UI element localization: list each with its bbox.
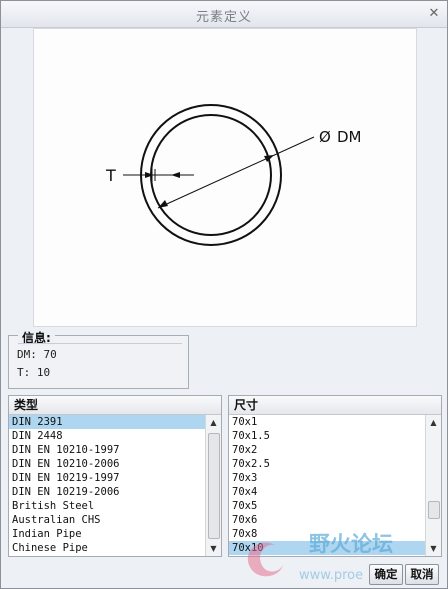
- type-list-scrollbar[interactable]: ▲ ▼: [205, 415, 221, 556]
- watermark-url: www.proe: [299, 568, 363, 583]
- type-list-item[interactable]: DIN EN 10210-1997: [9, 443, 205, 457]
- profile-preview: T Ø DM: [33, 28, 417, 327]
- thickness-arrow-left: [145, 172, 154, 178]
- scroll-down-arrow-icon[interactable]: ▼: [206, 541, 221, 556]
- type-list-item[interactable]: Indian Pipe: [9, 527, 205, 541]
- size-list-item[interactable]: 70x1: [229, 415, 425, 429]
- type-list[interactable]: DIN 2391 DIN 2448 DIN EN 10210-1997 DIN EN …: [9, 415, 205, 556]
- info-t: T: 10: [17, 366, 51, 379]
- type-list-item[interactable]: British Steel: [9, 499, 205, 513]
- info-dm: DM: 70: [17, 348, 57, 361]
- diameter-label: DM: [337, 128, 362, 146]
- size-list-header[interactable]: 尺寸: [229, 396, 441, 415]
- scroll-thumb[interactable]: [208, 433, 220, 539]
- size-list-item[interactable]: 70x1.5: [229, 429, 425, 443]
- thickness-label: T: [105, 166, 116, 185]
- type-list-item[interactable]: Australian CHS: [9, 513, 205, 527]
- scroll-down-arrow-icon[interactable]: ▼: [426, 541, 441, 556]
- close-icon[interactable]: ✕: [427, 7, 441, 21]
- type-list-header[interactable]: 类型: [9, 396, 221, 415]
- type-list-item[interactable]: DIN EN 10219-2006: [9, 485, 205, 499]
- type-list-item[interactable]: DIN EN 10219-1997: [9, 471, 205, 485]
- type-list-item[interactable]: Chinese Pipe: [9, 541, 205, 555]
- cancel-button[interactable]: 取消: [405, 564, 439, 585]
- size-list-item[interactable]: 70x2: [229, 443, 425, 457]
- diameter-dim-line: [157, 136, 315, 209]
- type-list-item[interactable]: DIN 2448: [9, 429, 205, 443]
- size-list-item[interactable]: 70x3: [229, 471, 425, 485]
- diameter-symbol: Ø: [319, 128, 331, 146]
- size-list-scrollbar[interactable]: ▲ ▼: [425, 415, 441, 556]
- thickness-arrow-right: [171, 172, 180, 178]
- scroll-up-arrow-icon[interactable]: ▲: [426, 415, 441, 430]
- type-list-panel: 类型 DIN 2391 DIN 2448 DIN EN 10210-1997 DIN …: [8, 395, 222, 557]
- size-list-item[interactable]: 70x6: [229, 513, 425, 527]
- window-title: 元素定义: [195, 10, 252, 25]
- watermark-title: 野火论坛: [309, 532, 393, 556]
- type-list-item[interactable]: DIN EN 10210-2006: [9, 457, 205, 471]
- size-list-item[interactable]: 70x2.5: [229, 457, 425, 471]
- pipe-section-drawing: T Ø DM: [105, 104, 362, 246]
- size-list-item[interactable]: 70x5: [229, 499, 425, 513]
- scroll-thumb[interactable]: [428, 501, 440, 519]
- type-list-item[interactable]: DIN 2391: [9, 415, 205, 429]
- title-bar[interactable]: 元素定义 ✕: [1, 1, 447, 28]
- dialog-window: 元素定义 ✕ T Ø DM 信息: DM: 70 T: 10 类型 DIN 23…: [0, 0, 448, 589]
- info-divider: [18, 343, 182, 344]
- scroll-up-arrow-icon[interactable]: ▲: [206, 415, 221, 430]
- size-list-item[interactable]: 70x4: [229, 485, 425, 499]
- ok-button[interactable]: 确定: [369, 564, 403, 585]
